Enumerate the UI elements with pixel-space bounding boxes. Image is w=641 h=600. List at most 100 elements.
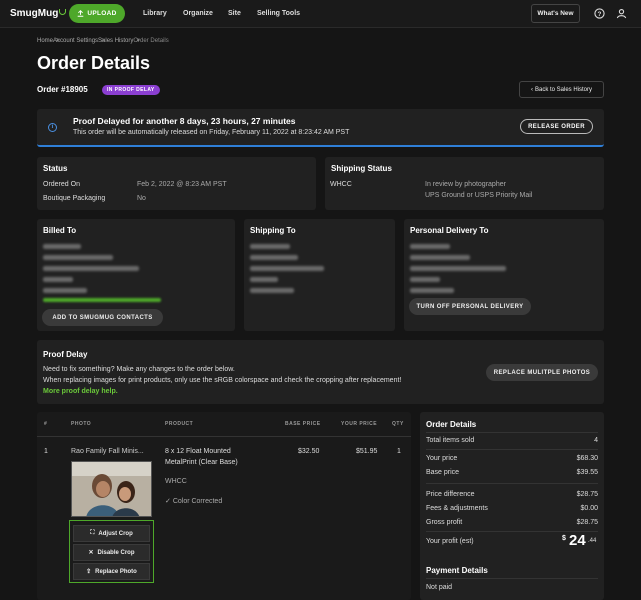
gross-profit-value: $28.75	[576, 519, 598, 526]
adjust-crop-label: Adjust Crop	[98, 530, 133, 537]
banner-heading: Proof Delayed for another 8 days, 23 hou…	[73, 116, 296, 126]
shipping-review-status: In review by photographer	[425, 181, 506, 188]
replace-photo-button[interactable]: ⇪ Replace Photo	[73, 563, 150, 580]
boutique-packaging-label: Boutique Packaging	[43, 195, 106, 202]
your-profit-label: Your profit (est)	[426, 538, 474, 545]
status-title: Status	[43, 164, 68, 173]
nav-selling-tools[interactable]: Selling Tools	[257, 10, 300, 17]
shipping-to-card: Shipping To	[244, 219, 395, 331]
redacted-address	[410, 266, 506, 271]
top-navigation-bar: SmugMug UPLOAD Library Organize Site Sel…	[0, 0, 641, 28]
upload-button[interactable]: UPLOAD	[69, 4, 125, 23]
logo-text: SmugMug	[10, 8, 59, 19]
breadcrumb-separator: >	[136, 38, 140, 44]
photo-thumbnail[interactable]	[71, 461, 152, 517]
column-header-product: PRODUCT	[165, 421, 194, 427]
shipping-carrier: WHCC	[330, 181, 352, 188]
divider	[37, 436, 411, 437]
order-number: Order #18905	[37, 85, 88, 94]
status-badge: IN PROOF DELAY	[102, 85, 160, 95]
profit-currency: $	[562, 535, 566, 542]
row-index: 1	[44, 448, 48, 455]
boutique-packaging-value: No	[137, 195, 146, 202]
breadcrumb-home[interactable]: Home	[37, 38, 53, 44]
upload-icon: ⇪	[86, 569, 92, 575]
redacted-address	[250, 255, 298, 260]
base-price: $32.50	[298, 448, 320, 455]
quantity: 1	[397, 448, 401, 455]
smugmug-logo[interactable]: SmugMug	[10, 8, 67, 19]
shipping-method: UPS Ground or USPS Priority Mail	[425, 192, 533, 199]
ordered-on-value: Feb 2, 2022 @ 8:23 AM PST	[137, 181, 227, 188]
back-to-sales-history-button[interactable]: ‹ Back to Sales History	[519, 81, 604, 98]
disable-crop-label: Disable Crop	[97, 549, 135, 556]
info-icon: i	[48, 123, 57, 132]
billed-to-card: Billed To ADD TO SMUGMUG CONTACTS	[37, 219, 235, 331]
fees-label: Fees & adjustments	[426, 505, 488, 512]
total-items-value: 4	[594, 437, 598, 444]
banner-subtext: This order will be automatically release…	[73, 129, 350, 136]
product-name-line1: 8 x 12 Float Mounted	[165, 448, 231, 455]
whats-new-button[interactable]: What's New	[531, 4, 580, 23]
logo-face-icon	[59, 9, 67, 15]
price-difference-value: $28.75	[576, 491, 598, 498]
crop-icon: ⛶	[90, 530, 95, 536]
your-price-label: Your price	[426, 455, 458, 462]
release-order-button[interactable]: RELEASE ORDER	[520, 119, 593, 134]
redacted-address	[43, 255, 113, 260]
upload-icon	[78, 10, 84, 17]
billed-to-title: Billed To	[43, 226, 77, 235]
svg-text:?: ?	[598, 11, 602, 18]
turn-off-personal-delivery-button[interactable]: TURN OFF PERSONAL DELIVERY	[409, 298, 531, 315]
divider	[426, 449, 598, 450]
divider	[426, 578, 598, 579]
column-header-qty: QTY	[392, 421, 404, 427]
upload-label: UPLOAD	[87, 10, 117, 17]
shipping-to-title: Shipping To	[250, 226, 296, 235]
divider	[426, 483, 598, 484]
proof-delay-banner: i Proof Delayed for another 8 days, 23 h…	[37, 109, 604, 147]
color-corrected-status: ✓ Color Corrected	[165, 497, 222, 505]
nav-organize[interactable]: Organize	[183, 10, 213, 17]
personal-delivery-title: Personal Delivery To	[410, 226, 489, 235]
breadcrumb-separator: >	[56, 38, 60, 44]
adjust-crop-button[interactable]: ⛶ Adjust Crop	[73, 525, 150, 542]
breadcrumb-separator: >	[101, 38, 105, 44]
proof-delay-help-link[interactable]: More proof delay help.	[43, 388, 118, 395]
redacted-name	[250, 244, 290, 249]
photo-image	[72, 462, 151, 516]
help-icon[interactable]: ?	[594, 8, 605, 19]
redacted-address	[250, 277, 278, 282]
profit-cents: .44	[588, 538, 597, 544]
shipping-status-title: Shipping Status	[331, 164, 392, 173]
replace-photo-label: Replace Photo	[95, 568, 137, 575]
column-header-base-price: BASE PRICE	[285, 421, 321, 427]
fees-value: $0.00	[580, 505, 598, 512]
photo-actions-panel: ⛶ Adjust Crop ✕ Disable Crop ⇪ Replace Phot…	[69, 520, 154, 583]
redacted-address	[43, 266, 139, 271]
status-card: Status Ordered On Feb 2, 2022 @ 8:23 AM …	[37, 157, 316, 210]
redacted-address	[43, 277, 73, 282]
replace-multiple-photos-button[interactable]: REPLACE MULITPLE PHOTOS	[486, 364, 598, 381]
add-to-smugmug-contacts-button[interactable]: ADD TO SMUGMUG CONTACTS	[42, 309, 163, 326]
ordered-on-label: Ordered On	[43, 181, 80, 188]
order-summary-title: Order Details	[426, 420, 477, 429]
redacted-name	[43, 244, 81, 249]
nav-site[interactable]: Site	[228, 10, 241, 17]
account-icon[interactable]	[616, 8, 627, 19]
your-price-value: $68.30	[576, 455, 598, 462]
chevron-left-icon: ‹	[530, 86, 533, 93]
total-items-label: Total items sold	[426, 437, 475, 444]
payment-details-title: Payment Details	[426, 566, 488, 575]
color-corrected-label: Color Corrected	[172, 498, 223, 505]
base-price-label: Base price	[426, 469, 460, 476]
proof-delay-title: Proof Delay	[43, 350, 88, 359]
your-price: $51.95	[356, 448, 378, 455]
disable-crop-button[interactable]: ✕ Disable Crop	[73, 544, 150, 561]
nav-library[interactable]: Library	[143, 10, 167, 17]
shipping-status-card: Shipping Status WHCC In review by photog…	[325, 157, 604, 210]
redacted-email[interactable]	[43, 298, 161, 302]
photo-name[interactable]: Rao Family Fall Minis...	[71, 448, 144, 455]
product-vendor: WHCC	[165, 478, 187, 485]
checkmark-icon: ✓	[165, 498, 173, 505]
